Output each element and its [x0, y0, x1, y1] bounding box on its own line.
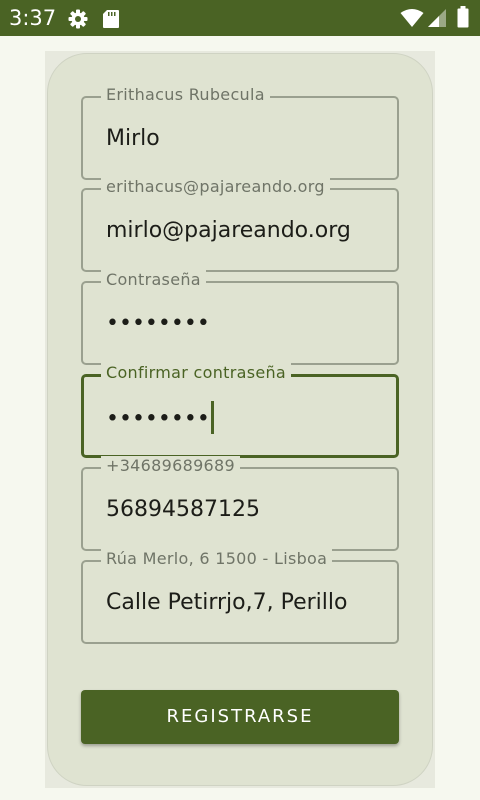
confirm-password-field-value[interactable]: •••••••• — [106, 401, 214, 436]
address-field[interactable]: Rúa Merlo, 6 1500 - Lisboa Calle Petirrj… — [81, 549, 399, 644]
email-field[interactable]: erithacus@pajareando.org mirlo@pajareand… — [81, 177, 399, 272]
name-field-value[interactable]: Mirlo — [106, 125, 160, 153]
wifi-icon — [400, 9, 424, 27]
confirm-password-text: •••••••• — [106, 406, 210, 432]
password-field[interactable]: Contraseña •••••••• — [81, 270, 399, 365]
cell-signal-icon — [428, 9, 446, 27]
phone-field[interactable]: +34689689689 56894587125 — [81, 456, 399, 551]
email-field-value[interactable]: mirlo@pajareando.org — [106, 217, 351, 245]
status-bar: 3:37 — [0, 0, 480, 36]
name-field[interactable]: Erithacus Rubecula Mirlo — [81, 85, 399, 180]
sd-card-icon — [103, 10, 119, 28]
status-time: 3:37 — [9, 6, 57, 30]
password-field-value[interactable]: •••••••• — [106, 310, 210, 338]
phone-field-label: +34689689689 — [101, 456, 240, 476]
password-field-label: Contraseña — [101, 270, 206, 290]
confirm-password-field-label: Confirmar contraseña — [101, 363, 292, 383]
gear-icon — [68, 9, 88, 29]
address-field-label: Rúa Merlo, 6 1500 - Lisboa — [101, 549, 333, 569]
text-caret — [210, 401, 214, 434]
name-field-label: Erithacus Rubecula — [101, 85, 270, 105]
register-button[interactable]: REGISTRARSE — [81, 690, 399, 744]
address-field-value[interactable]: Calle Petirrjo,7, Perillo — [106, 589, 347, 617]
email-field-label: erithacus@pajareando.org — [101, 177, 330, 197]
battery-icon — [457, 6, 469, 28]
confirm-password-field[interactable]: Confirmar contraseña •••••••• — [81, 363, 399, 458]
phone-field-value[interactable]: 56894587125 — [106, 496, 260, 524]
